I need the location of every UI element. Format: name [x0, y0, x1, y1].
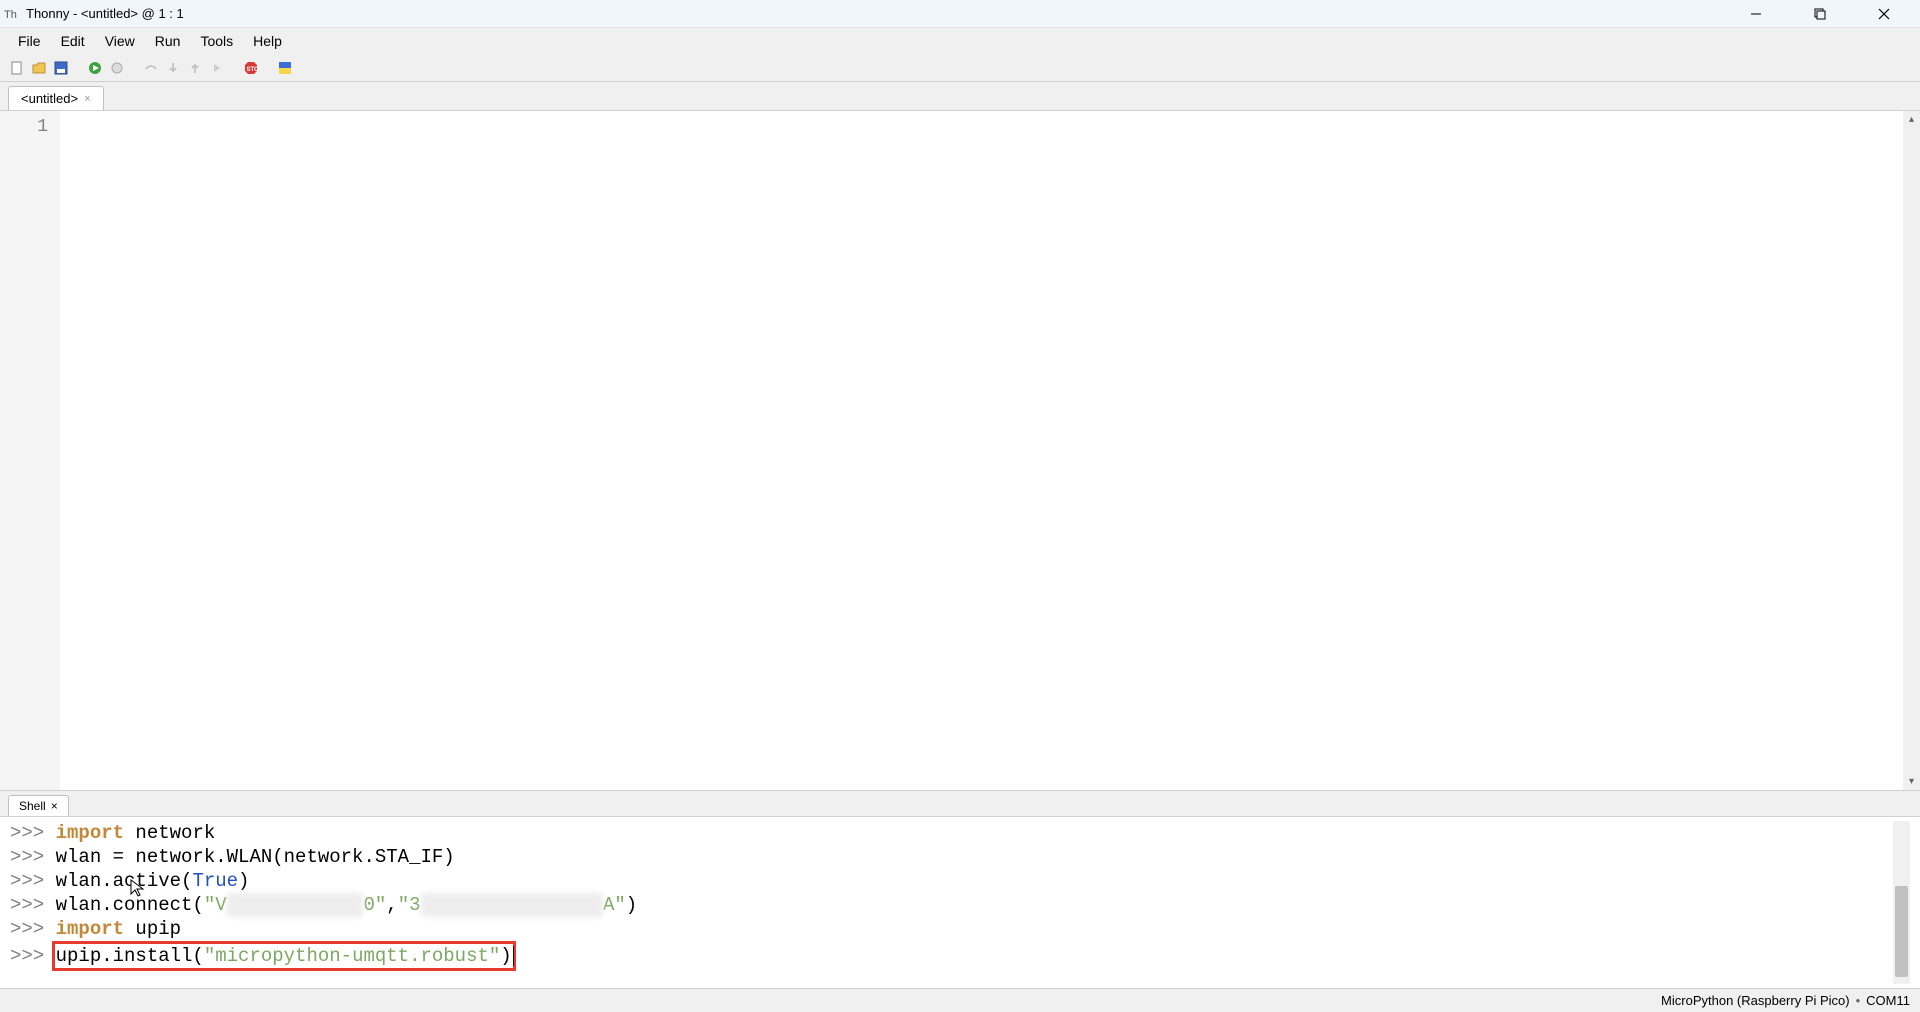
code-token: import	[56, 822, 124, 844]
code-token: "3	[398, 894, 421, 916]
code-token: True	[192, 870, 238, 892]
code-token: )	[238, 870, 249, 892]
code-token: "micropython-umqtt.robust"	[204, 945, 500, 967]
menu-bar: File Edit View Run Tools Help	[0, 28, 1920, 54]
shell-line: >>> upip.install("micropython-umqtt.robu…	[10, 941, 1893, 971]
highlighted-command: upip.install("micropython-umqtt.robust")	[52, 941, 516, 971]
status-separator: •	[1856, 993, 1861, 1008]
status-interpreter[interactable]: MicroPython (Raspberry Pi Pico)	[1661, 993, 1850, 1008]
svg-text:Th: Th	[4, 9, 17, 21]
code-token: ,	[386, 894, 397, 916]
shell-line: >>> wlan.active(True)	[10, 869, 1893, 893]
minimize-button[interactable]	[1738, 2, 1774, 26]
line-number: 1	[0, 115, 60, 139]
save-icon[interactable]	[52, 59, 70, 77]
editor-area[interactable]: 1 ▴ ▾	[0, 110, 1920, 790]
menu-view[interactable]: View	[95, 30, 145, 52]
toolbar: STOP	[0, 54, 1920, 82]
app-icon: Th	[4, 6, 20, 22]
editor-tab-untitled[interactable]: <untitled> ×	[8, 86, 104, 110]
menu-edit[interactable]: Edit	[51, 30, 95, 52]
code-token: upip	[124, 918, 181, 940]
menu-run[interactable]: Run	[145, 30, 191, 52]
status-bar: MicroPython (Raspberry Pi Pico) • COM11	[0, 988, 1920, 1012]
shell-prompt: >>>	[10, 846, 56, 868]
shell-prompt: >>>	[10, 870, 56, 892]
flag-icon[interactable]	[276, 59, 294, 77]
maximize-button[interactable]	[1802, 2, 1838, 26]
code-token: import	[56, 918, 124, 940]
code-token: "V	[204, 894, 227, 916]
menu-help[interactable]: Help	[243, 30, 292, 52]
stop-icon[interactable]: STOP	[242, 59, 260, 77]
shell-tab[interactable]: Shell ×	[8, 795, 69, 816]
code-token: wlan.active(	[56, 870, 193, 892]
editor-gutter: 1	[0, 111, 60, 790]
code-token: upip.install(	[56, 945, 204, 967]
close-icon[interactable]: ×	[84, 93, 90, 105]
shell-prompt: >>>	[10, 918, 56, 940]
shell-line: >>> wlan = network.WLAN(network.STA_IF)	[10, 845, 1893, 869]
code-token: xxxxxxxxxxxxxxxx	[421, 893, 603, 917]
resume-icon[interactable]	[208, 59, 226, 77]
close-button[interactable]	[1866, 2, 1902, 26]
new-file-icon[interactable]	[8, 59, 26, 77]
open-file-icon[interactable]	[30, 59, 48, 77]
shell-prompt: >>>	[10, 894, 56, 916]
window-title: Thonny - <untitled> @ 1 : 1	[26, 6, 184, 21]
shell-content[interactable]: >>> import network>>> wlan = network.WLA…	[10, 821, 1893, 984]
code-token: wlan.connect(	[56, 894, 204, 916]
title-bar: Th Thonny - <untitled> @ 1 : 1	[0, 0, 1920, 28]
shell-prompt: >>>	[10, 945, 56, 967]
editor-scrollbar[interactable]: ▴ ▾	[1903, 111, 1920, 790]
code-token: )	[500, 945, 511, 967]
step-over-icon[interactable]	[142, 59, 160, 77]
window-controls	[1738, 2, 1916, 26]
code-token: wlan = network.WLAN(network.STA_IF)	[56, 846, 455, 868]
code-token: network	[124, 822, 215, 844]
shell-line: >>> wlan.connect("Vxxxxxxxxxxxx0","3xxxx…	[10, 893, 1893, 917]
editor-tabs: <untitled> ×	[0, 82, 1920, 110]
step-out-icon[interactable]	[186, 59, 204, 77]
menu-file[interactable]: File	[8, 30, 51, 52]
menu-tools[interactable]: Tools	[190, 30, 243, 52]
shell-line: >>> import network	[10, 821, 1893, 845]
step-into-icon[interactable]	[164, 59, 182, 77]
shell-tabs: Shell ×	[0, 790, 1920, 816]
run-icon[interactable]	[86, 59, 104, 77]
shell-line: >>> import upip	[10, 917, 1893, 941]
svg-text:STOP: STOP	[247, 67, 259, 73]
code-token: xxxxxxxxxxxx	[227, 893, 364, 917]
code-token: )	[626, 894, 637, 916]
debug-icon[interactable]	[108, 59, 126, 77]
shell-scrollbar[interactable]	[1893, 821, 1910, 984]
editor-body[interactable]	[60, 111, 1903, 790]
status-port[interactable]: COM11	[1866, 993, 1910, 1008]
editor-tab-label: <untitled>	[21, 91, 78, 106]
close-icon[interactable]: ×	[51, 799, 58, 813]
shell-tab-label: Shell	[19, 799, 46, 813]
shell-area[interactable]: >>> import network>>> wlan = network.WLA…	[0, 816, 1920, 988]
code-token: 0"	[363, 894, 386, 916]
scroll-down-icon[interactable]: ▾	[1903, 773, 1920, 790]
scroll-up-icon[interactable]: ▴	[1903, 111, 1920, 128]
scrollbar-thumb[interactable]	[1895, 886, 1908, 977]
code-token: A"	[603, 894, 626, 916]
shell-prompt: >>>	[10, 822, 56, 844]
